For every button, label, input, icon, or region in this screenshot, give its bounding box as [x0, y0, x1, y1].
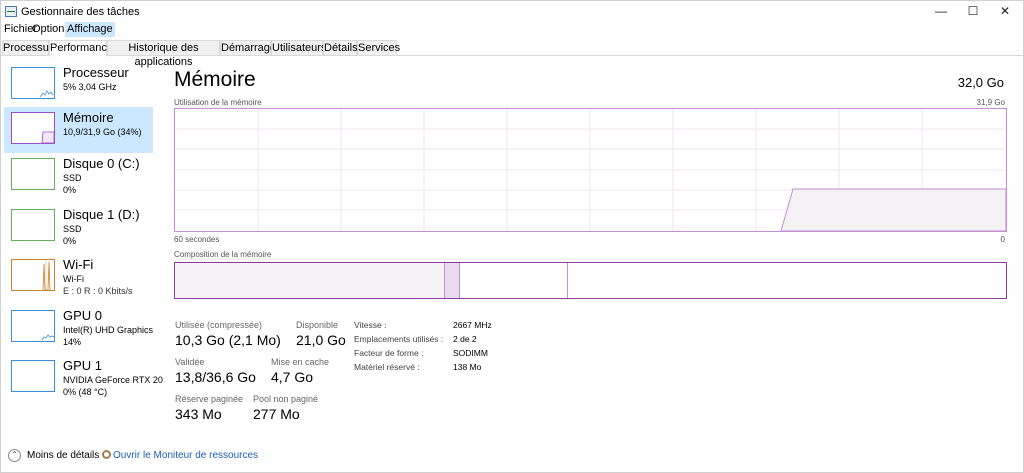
paged-pool-value: 343 Mo: [175, 406, 222, 422]
sidebar-item-processeur[interactable]: Processeur 5% 3,04 GHz: [4, 62, 153, 108]
menu-bar: Fichier Options Affichage: [1, 22, 1023, 37]
memory-usage-area: [780, 188, 1006, 231]
sidebar-item-detail: SSD: [63, 173, 82, 183]
sidebar-item-gpu-1[interactable]: GPU 1 NVIDIA GeForce RTX 20 0% (48 °C): [4, 355, 163, 401]
sidebar-item-detail: 10,9/31,9 Go (34%): [63, 127, 142, 137]
task-manager-icon: [5, 6, 17, 17]
hardware-reserved-value: 138 Mo: [453, 362, 482, 372]
composition-standby: [460, 263, 568, 298]
sidebar-item-value: 14%: [63, 337, 82, 347]
tab-processus[interactable]: Processus: [2, 40, 54, 56]
composition-label: Composition de la mémoire: [174, 250, 272, 259]
tab-bar: Processus Performance Historique des app…: [1, 40, 1023, 68]
window-title: Gestionnaire des tâches: [21, 6, 140, 18]
disk-graph-icon: [11, 209, 55, 241]
tab-services[interactable]: Services: [357, 40, 400, 56]
speed-value: 2667 MHz: [453, 320, 492, 330]
sidebar-item-title: Wi-Fi: [63, 257, 94, 272]
sidebar-item-title: GPU 1: [63, 358, 103, 373]
sidebar-item-detail: SSD: [63, 224, 82, 234]
slots-key: Emplacements utilisés :: [354, 334, 444, 344]
less-details-button[interactable]: Moins de détails: [27, 450, 99, 461]
memory-graph-icon: [11, 112, 55, 144]
page-title: Mémoire: [174, 68, 256, 91]
tab-details[interactable]: Détails: [323, 40, 358, 56]
sidebar-item-disque-1[interactable]: Disque 1 (D:) SSD 0%: [4, 204, 153, 250]
composition-modified: [445, 263, 460, 298]
sidebar-item-value: E : 0 R : 0 Kbits/s: [63, 286, 133, 296]
resource-monitor-icon: [102, 450, 111, 459]
hardware-reserved-key: Matériel réservé :: [354, 362, 420, 372]
paged-pool-label: Réserve paginée: [175, 394, 244, 404]
sidebar-item-value: 0%: [63, 185, 77, 195]
sidebar-item-disque-0[interactable]: Disque 0 (C:) SSD 0%: [4, 153, 153, 199]
cached-label: Mise en cache: [271, 357, 330, 367]
nonpaged-pool-value: 277 Mo: [253, 406, 300, 422]
tab-demarrage[interactable]: Démarrage: [220, 40, 276, 56]
usage-graph-max: 31,9 Go: [976, 98, 1005, 107]
tab-utilisateurs[interactable]: Utilisateurs: [271, 40, 326, 56]
available-value: 21,0 Go: [296, 332, 346, 348]
committed-value: 13,8/36,6 Go: [175, 369, 256, 385]
sidebar-item-detail: Intel(R) UHD Graphics: [63, 325, 154, 335]
used-label: Utilisée (compressée): [175, 320, 263, 330]
resource-sidebar: Processeur 5% 3,04 GHz Mémoire 10,9/31,9…: [1, 59, 163, 439]
tab-historique[interactable]: Historique des applications: [107, 40, 220, 68]
composition-in-use: [175, 263, 445, 298]
sidebar-item-title: Processeur: [63, 65, 129, 80]
memory-usage-graph: [174, 108, 1007, 232]
sidebar-item-title: Disque 0 (C:): [63, 156, 140, 171]
tab-performance[interactable]: Performance: [49, 40, 113, 57]
resource-monitor-link[interactable]: Ouvrir le Moniteur de ressources: [113, 450, 258, 461]
sidebar-item-value: 0%: [63, 236, 77, 246]
sidebar-item-title: Disque 1 (D:): [63, 207, 140, 222]
available-label: Disponible: [296, 320, 339, 330]
graph-time-left: 60 secondes: [174, 235, 220, 244]
used-value: 10,3 Go (2,1 Mo): [175, 332, 281, 348]
sidebar-item-detail: Wi-Fi: [63, 274, 84, 284]
form-factor-value: SODIMM: [453, 348, 488, 358]
sidebar-item-memoire[interactable]: Mémoire 10,9/31,9 Go (34%): [4, 107, 153, 153]
footer-bar: ⌃ Moins de détails Ouvrir le Moniteur de…: [1, 444, 1023, 468]
graph-time-right: 0: [1000, 235, 1005, 244]
maximize-button[interactable]: ☐: [956, 1, 990, 21]
sidebar-item-wifi[interactable]: Wi-Fi Wi-Fi E : 0 R : 0 Kbits/s: [4, 254, 153, 300]
task-manager-window: Gestionnaire des tâches — ☐ ✕ Fichier Op…: [0, 0, 1024, 473]
sidebar-item-gpu-0[interactable]: GPU 0 Intel(R) UHD Graphics 14%: [4, 305, 153, 351]
cached-value: 4,7 Go: [271, 369, 314, 385]
minimize-button[interactable]: —: [924, 1, 958, 21]
menu-affichage[interactable]: Affichage: [65, 22, 115, 37]
sidebar-item-title: Mémoire: [63, 110, 114, 125]
title-bar: Gestionnaire des tâches — ☐ ✕: [1, 1, 1023, 21]
sidebar-item-detail: NVIDIA GeForce RTX 20: [63, 375, 163, 385]
chevron-up-icon[interactable]: ⌃: [8, 449, 21, 462]
form-factor-key: Facteur de forme :: [354, 348, 424, 358]
sidebar-item-value: 0% (48 °C): [63, 387, 108, 397]
gpu-graph-icon: [11, 310, 55, 342]
close-button[interactable]: ✕: [988, 1, 1022, 21]
speed-key: Vitesse :: [354, 320, 387, 330]
sidebar-item-detail: 5% 3,04 GHz: [63, 82, 117, 92]
memory-composition-bar: [174, 262, 1007, 299]
nonpaged-pool-label: Pool non paginé: [253, 394, 319, 404]
memory-total: 32,0 Go: [957, 75, 1004, 90]
committed-label: Validée: [175, 357, 205, 367]
usage-graph-label: Utilisation de la mémoire: [174, 98, 262, 107]
cpu-graph-icon: [11, 67, 55, 99]
wifi-graph-icon: [11, 259, 55, 291]
disk-graph-icon: [11, 158, 55, 190]
gpu-graph-icon: [11, 360, 55, 392]
slots-value: 2 de 2: [453, 334, 477, 344]
sidebar-item-title: GPU 0: [63, 308, 103, 323]
